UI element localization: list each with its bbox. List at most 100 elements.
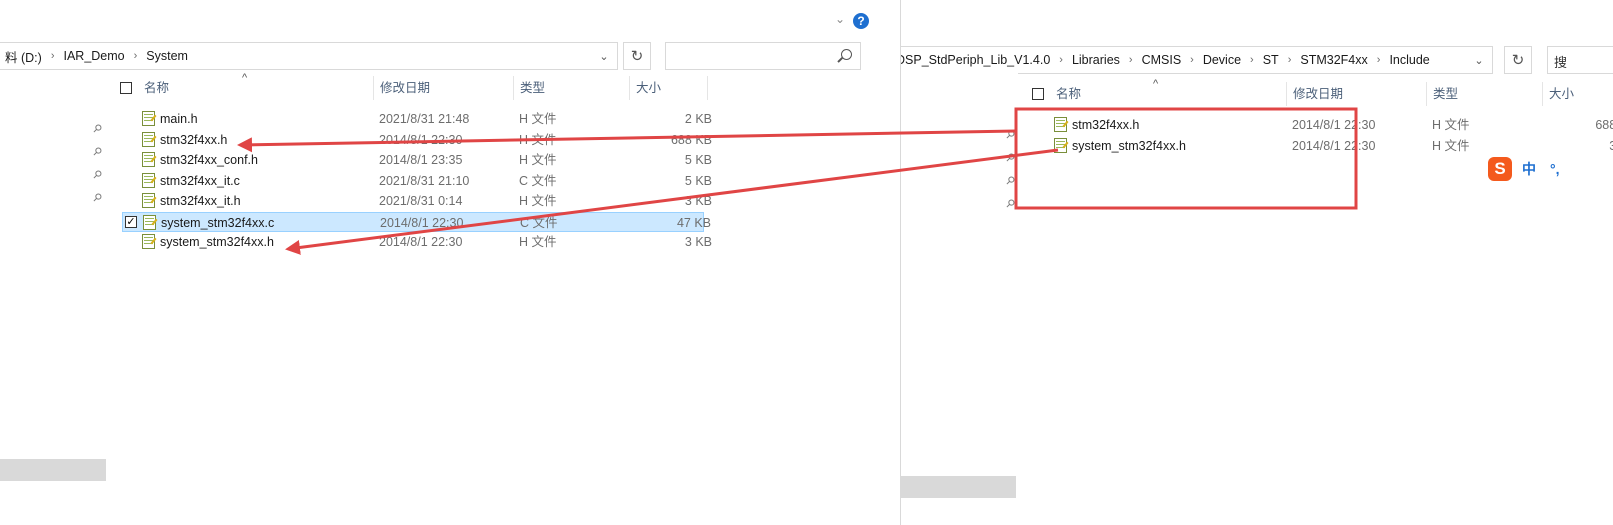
nav-scrollbar-thumb[interactable] xyxy=(901,476,1016,498)
file-row[interactable]: stm32f4xx.h 2014/8/1 22:30 H 文件 688 KB xyxy=(122,130,712,150)
file-size: 3 KB xyxy=(684,194,712,208)
breadcrumb-separator-icon[interactable]: › xyxy=(131,50,141,62)
file-row[interactable]: stm32f4xx_it.h 2021/8/31 0:14 H 文件 3 KB xyxy=(122,191,712,211)
help-icon[interactable]: ? xyxy=(853,13,869,29)
ime-punctuation-indicator[interactable]: °, xyxy=(1550,161,1560,177)
breadcrumb-item[interactable]: DSP_StdPeriph_Lib_V1.4.0 xyxy=(901,53,1056,67)
breadcrumb-separator-icon[interactable]: › xyxy=(1247,54,1257,66)
column-header-date[interactable]: 修改日期 xyxy=(374,76,514,100)
breadcrumb-item[interactable]: 料 (D:) xyxy=(0,47,48,66)
file-name: system_stm32f4xx.h xyxy=(1072,138,1186,153)
search-input[interactable] xyxy=(665,42,861,70)
file-date: 2021/8/31 21:10 xyxy=(379,173,470,188)
pin-icon: ⚲ xyxy=(1002,196,1018,212)
breadcrumb-separator-icon[interactable]: › xyxy=(1285,54,1295,66)
select-all-checkbox[interactable] xyxy=(1032,88,1044,100)
file-type: C 文件 xyxy=(520,215,558,230)
file-name: stm32f4xx.h xyxy=(1072,118,1140,132)
search-icon xyxy=(841,49,852,60)
sogou-logo-icon[interactable]: S xyxy=(1488,157,1512,181)
ribbon-expand-chevron-icon[interactable]: ⌄ xyxy=(833,12,847,26)
file-name: stm32f4xx_it.c xyxy=(160,173,240,188)
breadcrumb-separator-icon[interactable]: › xyxy=(1374,54,1384,66)
column-header-size[interactable]: 大小 xyxy=(630,76,708,100)
left-address-bar[interactable]: 料 (D:) › IAR_Demo › System ⌄ xyxy=(0,42,618,70)
breadcrumb-item[interactable]: Libraries xyxy=(1066,53,1126,67)
file-row[interactable]: ✓ system_stm32f4xx.c 2014/8/1 22:30 C 文件 47 … xyxy=(122,211,711,232)
file-row[interactable]: stm32f4xx.h 2014/8/1 22:30 H 文件 688 K xyxy=(1034,115,1613,135)
left-navigation-pane[interactable]: ⚲ ⚲ ⚲ ⚲ xyxy=(0,72,106,525)
file-date: 2014/8/1 22:30 xyxy=(1292,138,1376,153)
file-size: 3 KB xyxy=(684,235,712,249)
file-name: stm32f4xx_it.h xyxy=(160,194,241,208)
file-icon xyxy=(142,152,155,167)
file-icon xyxy=(1054,117,1067,132)
ime-mode-indicator[interactable]: 中 xyxy=(1522,159,1536,179)
file-icon xyxy=(142,111,155,126)
pin-icon: ⚲ xyxy=(89,190,105,206)
breadcrumb-item[interactable]: Include xyxy=(1383,53,1435,67)
refresh-button[interactable]: ↻ xyxy=(1504,46,1532,74)
column-header-date[interactable]: 修改日期 xyxy=(1287,82,1427,106)
file-size: 3 K xyxy=(1609,138,1613,153)
file-row[interactable]: system_stm32f4xx.h 2014/8/1 22:30 H 文件 3 K xyxy=(1034,136,1613,156)
file-name: stm32f4xx_conf.h xyxy=(160,153,258,167)
file-name: stm32f4xx.h xyxy=(160,132,228,147)
file-date: 2014/8/1 23:35 xyxy=(379,153,463,167)
file-type: H 文件 xyxy=(519,153,557,167)
refresh-button[interactable]: ↻ xyxy=(623,42,651,70)
file-icon xyxy=(143,214,156,230)
row-checkbox[interactable]: ✓ xyxy=(125,215,137,228)
file-type: H 文件 xyxy=(519,112,557,126)
nav-scrollbar-thumb[interactable] xyxy=(0,459,106,481)
pin-icon: ⚲ xyxy=(1002,173,1018,189)
file-type: H 文件 xyxy=(519,235,557,249)
column-header-name[interactable]: 名称 xyxy=(1050,82,1287,106)
select-all-checkbox[interactable] xyxy=(120,82,132,94)
file-row[interactable]: stm32f4xx_it.c 2021/8/31 21:10 C 文件 5 KB xyxy=(122,171,712,191)
address-dropdown-icon[interactable]: ⌄ xyxy=(1466,47,1492,73)
right-explorer-window: DSP_StdPeriph_Lib_V1.4.0 › Libraries › CMSIS… xyxy=(901,0,1613,525)
right-address-bar[interactable]: DSP_StdPeriph_Lib_V1.4.0 › Libraries › CMSIS… xyxy=(901,46,1493,74)
breadcrumb-item[interactable]: IAR_Demo xyxy=(57,49,130,63)
file-date: 2014/8/1 22:30 xyxy=(380,215,464,230)
file-date: 2014/8/1 22:30 xyxy=(379,235,463,249)
column-header-type[interactable]: 类型 xyxy=(1427,82,1543,106)
pin-icon: ⚲ xyxy=(89,144,105,160)
breadcrumb-item[interactable]: System xyxy=(140,49,194,63)
column-header-type[interactable]: 类型 xyxy=(514,76,630,100)
file-icon xyxy=(142,234,155,249)
column-header-size[interactable]: 大小 xyxy=(1543,82,1613,106)
file-size: 2 KB xyxy=(684,112,712,126)
address-dropdown-icon[interactable]: ⌄ xyxy=(591,43,617,69)
file-date: 2014/8/1 22:30 xyxy=(379,132,463,147)
file-type: H 文件 xyxy=(1432,138,1470,153)
breadcrumb: DSP_StdPeriph_Lib_V1.4.0 › Libraries › CMSIS… xyxy=(901,47,1466,73)
breadcrumb-item[interactable]: CMSIS xyxy=(1136,53,1188,67)
file-name: main.h xyxy=(160,112,198,126)
search-placeholder: 搜 xyxy=(1554,55,1568,70)
breadcrumb-separator-icon[interactable]: › xyxy=(1056,54,1066,66)
file-row[interactable]: stm32f4xx_conf.h 2014/8/1 23:35 H 文件 5 KB xyxy=(122,150,712,170)
file-type: C 文件 xyxy=(519,173,557,188)
file-size: 688 K xyxy=(1595,118,1613,132)
breadcrumb-separator-icon[interactable]: › xyxy=(1126,54,1136,66)
file-date: 2021/8/31 21:48 xyxy=(379,112,470,126)
breadcrumb-item[interactable]: Device xyxy=(1197,53,1247,67)
search-input[interactable]: 搜 xyxy=(1547,46,1613,74)
file-type: H 文件 xyxy=(519,194,557,208)
ime-toolbar[interactable]: S 中 °, xyxy=(1488,157,1560,181)
file-size: 688 KB xyxy=(670,132,712,147)
breadcrumb-separator-icon[interactable]: › xyxy=(48,50,58,62)
file-row[interactable]: main.h 2021/8/31 21:48 H 文件 2 KB xyxy=(122,109,712,129)
file-name: system_stm32f4xx.h xyxy=(160,235,274,249)
left-explorer-window: ⌄ ? 料 (D:) › IAR_Demo › System ⌄ ↻ ⚲ ⚲ ⚲ ⚲ ^… xyxy=(0,0,901,525)
breadcrumb-item[interactable]: ST xyxy=(1257,53,1285,67)
right-navigation-pane[interactable]: ⚲ ⚲ ⚲ ⚲ xyxy=(901,72,1018,525)
breadcrumb-separator-icon[interactable]: › xyxy=(1187,54,1197,66)
column-header-name[interactable]: 名称 xyxy=(138,76,374,100)
file-row[interactable]: system_stm32f4xx.h 2014/8/1 22:30 H 文件 3 KB xyxy=(122,232,712,252)
file-date: 2021/8/31 0:14 xyxy=(379,194,463,208)
breadcrumb-item[interactable]: STM32F4xx xyxy=(1294,53,1373,67)
pin-icon: ⚲ xyxy=(89,121,105,137)
